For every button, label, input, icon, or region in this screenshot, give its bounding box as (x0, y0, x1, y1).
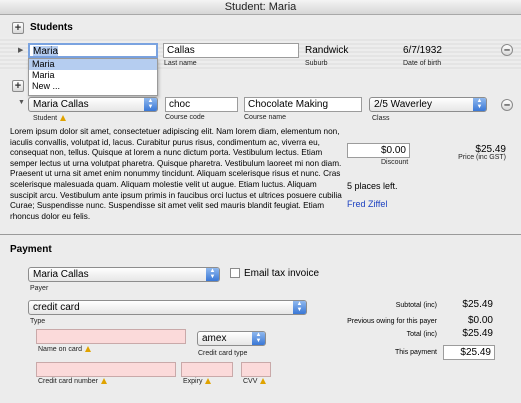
payer-label: Payer (30, 285, 49, 292)
first-name-input[interactable]: Maria (28, 43, 158, 58)
course-code-label: Course code (165, 114, 205, 121)
cvv-input[interactable] (241, 362, 271, 377)
dob-label: Date of birth (403, 60, 442, 67)
places-left: 5 places left. (347, 181, 398, 191)
payment-header: Payment (10, 244, 52, 255)
warning-icon (60, 115, 67, 122)
course-code-input[interactable]: choc (165, 97, 238, 112)
this-payment-input[interactable]: $25.49 (443, 345, 495, 360)
card-type-label: Credit card type (198, 350, 248, 357)
this-payment-label: This payment (394, 349, 437, 356)
add-student-button[interactable]: + (12, 22, 24, 34)
name-on-card-label-text: Name on card (38, 346, 82, 353)
total-label: Total (inc) (406, 331, 437, 338)
name-on-card-label: Name on card (38, 346, 91, 353)
student-label-text: Student (33, 115, 58, 122)
remove-enrolment-button[interactable]: – (501, 99, 513, 111)
warning-icon (205, 378, 212, 385)
updown-arrows-icon: ▲ ▼ (473, 98, 486, 111)
dob-value: 6/7/1932 (403, 45, 442, 56)
expiry-label-text: Expiry (183, 378, 203, 385)
menu-item[interactable]: Maria (29, 59, 157, 70)
course-name-label: Course name (244, 114, 287, 121)
menu-item[interactable]: Maria (29, 70, 157, 81)
expiry-label: Expiry (183, 378, 212, 385)
warning-icon (84, 346, 91, 353)
warning-icon (260, 378, 267, 385)
cvv-label-text: CVV (243, 378, 258, 385)
updown-arrows-icon: ▲ ▼ (144, 98, 157, 111)
student-label: Student (33, 115, 67, 122)
window-title: Student: Maria (224, 1, 297, 13)
payment-type-label: Type (30, 318, 46, 325)
previous-owing-value: $0.00 (467, 315, 493, 326)
subtotal-label: Subtotal (inc) (395, 302, 437, 309)
minus-icon: – (503, 44, 511, 56)
payment-type-select[interactable]: credit card ▲ ▼ (28, 300, 307, 315)
discount-label: Discount (381, 159, 409, 166)
class-select[interactable]: 2/5 Waverley ▲ ▼ (369, 97, 487, 112)
updown-arrows-icon: ▲ ▼ (252, 332, 265, 345)
warning-icon (100, 378, 107, 385)
suburb-label: Suburb (305, 60, 328, 67)
section-divider (0, 234, 521, 235)
price-label: Price (inc GST) (458, 154, 506, 161)
suburb-value: Randwick (305, 45, 349, 56)
email-tax-invoice-checkbox[interactable] (230, 268, 240, 278)
minus-icon: – (503, 99, 511, 111)
student-select[interactable]: Maria Callas ▲ ▼ (28, 97, 158, 112)
class-label: Class (372, 115, 390, 122)
card-type-select[interactable]: amex ▲ ▼ (197, 331, 266, 346)
name-on-card-input[interactable] (36, 329, 186, 344)
first-name-autocomplete-menu[interactable]: Maria Maria New ... (28, 58, 158, 96)
expiry-input[interactable] (181, 362, 233, 377)
card-number-label-text: Credit card number (38, 378, 98, 385)
card-number-input[interactable] (36, 362, 176, 377)
plus-icon: + (14, 80, 22, 92)
last-name-input[interactable]: Callas (163, 43, 299, 58)
menu-item-new[interactable]: New ... (29, 81, 157, 92)
updown-arrows-icon: ▲ ▼ (293, 301, 306, 314)
updown-arrows-icon: ▲ ▼ (206, 268, 219, 281)
payment-type-value: credit card (33, 302, 80, 313)
student-select-value: Maria Callas (33, 99, 89, 110)
students-header: Students (30, 22, 73, 33)
last-name-label: Last name (164, 60, 197, 67)
course-name-input[interactable]: Chocolate Making (244, 97, 362, 112)
add-enrolment-button[interactable]: + (12, 80, 24, 92)
previous-owing-label: Previous owing for this payer (347, 318, 437, 325)
discount-input[interactable]: $0.00 (347, 143, 410, 158)
payer-select-value: Maria Callas (33, 269, 89, 280)
class-select-value: 2/5 Waverley (374, 99, 432, 110)
card-type-value: amex (202, 333, 227, 344)
email-tax-invoice-label: Email tax invoice (244, 268, 320, 279)
subtotal-value: $25.49 (462, 299, 493, 310)
course-description: Lorem ipsum dolor sit amet, consectetuer… (10, 127, 342, 221)
first-name-value: Maria (33, 46, 59, 57)
plus-icon: + (14, 22, 22, 34)
disclosure-triangle-icon[interactable]: ▶ (18, 46, 23, 54)
cvv-label: CVV (243, 378, 267, 385)
remove-student-button[interactable]: – (501, 44, 513, 56)
tutor-link[interactable]: Fred Ziffel (347, 199, 387, 209)
card-number-label: Credit card number (38, 378, 107, 385)
disclosure-triangle-open-icon[interactable]: ▼ (18, 99, 25, 106)
total-value: $25.49 (462, 328, 493, 339)
payer-select[interactable]: Maria Callas ▲ ▼ (28, 267, 220, 282)
